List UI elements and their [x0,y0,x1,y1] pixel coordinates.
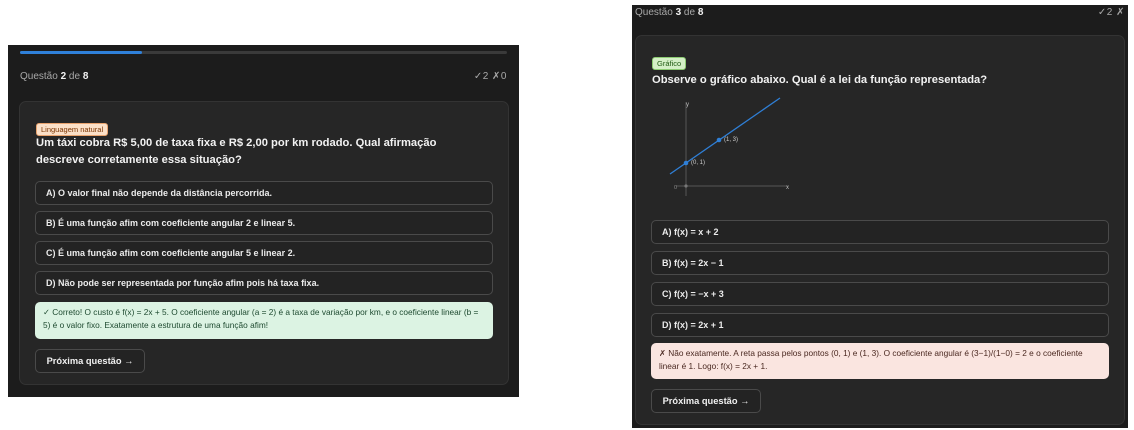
next-question-label: Próxima questão → [46,356,134,366]
feedback-incorrect: ✗ Não exatamente. A reta passa pelos pon… [651,343,1109,379]
next-question-button[interactable]: Próxima questão → [35,349,145,373]
question-counter-of: de [681,7,698,18]
score-counter: ✓2 ✗0 [473,71,507,82]
origin-point [684,184,688,188]
question-counter-of: de [66,71,83,82]
next-question-label: Próxima questão → [662,396,750,406]
score-counter: ✓2 ✗ [1097,7,1125,18]
question-header: Questão 3 de 8 ✓2 ✗ [635,7,1125,18]
answer-option-b[interactable]: B) f(x) = 2x − 1 [651,251,1109,275]
question-card: Linguagem natural Um táxi cobra R$ 5,00 … [19,101,509,385]
answer-option-label: B) É uma função afim com coeficiente ang… [46,218,296,228]
question-header: Questão 2 de 8 ✓2 ✗0 [20,71,507,82]
question-type-tag: Gráfico [652,57,687,71]
question-counter: Questão 2 de 8 [20,71,88,82]
quiz-panel-question-3: Questão 3 de 8 ✓2 ✗ Gráfico Observe o gr… [632,5,1128,428]
point-label-0-1: (0, 1) [691,160,705,166]
x-axis-label: x [786,185,789,191]
progress-bar [20,51,507,54]
function-graph: y x 0 (0, 1) (1, 3) [669,97,789,196]
answer-option-label: C) f(x) = −x + 3 [662,289,724,299]
answer-option-a[interactable]: A) f(x) = x + 2 [651,220,1109,244]
answer-option-label: D) f(x) = 2x + 1 [662,320,724,330]
answer-option-label: C) É uma função afim com coeficiente ang… [46,248,296,258]
progress-bar-fill [20,51,142,54]
question-total-number: 8 [82,71,89,82]
question-counter-prefix: Questão [635,7,676,18]
feedback-correct: ✓ Correto! O custo é f(x) = 2x + 5. O co… [35,302,493,339]
answer-option-label: A) O valor final não depende da distânci… [46,188,273,198]
question-counter: Questão 3 de 8 [635,7,703,18]
answer-option-d[interactable]: D) Não pode ser representada por função … [35,271,493,295]
answer-option-label: D) Não pode ser representada por função … [46,278,320,288]
point-1-3 [716,137,722,143]
point-label-1-3: (1, 3) [724,137,738,143]
next-question-button[interactable]: Próxima questão → [651,389,761,413]
origin-label: 0 [674,185,677,191]
question-text: Observe o gráfico abaixo. Qual é a lei d… [652,74,988,86]
question-counter-prefix: Questão [20,71,61,82]
y-axis-label: y [686,102,689,108]
answer-option-c[interactable]: C) f(x) = −x + 3 [651,282,1109,306]
answer-option-d[interactable]: D) f(x) = 2x + 1 [651,313,1109,337]
question-card: Gráfico Observe o gráfico abaixo. Qual é… [635,35,1125,425]
answer-option-c[interactable]: C) É uma função afim com coeficiente ang… [35,241,493,265]
point-0-1 [683,160,689,166]
answer-option-label: B) f(x) = 2x − 1 [662,258,724,268]
answer-option-label: A) f(x) = x + 2 [662,227,719,237]
answer-option-b[interactable]: B) É uma função afim com coeficiente ang… [35,211,493,235]
quiz-panel-question-2: Questão 2 de 8 ✓2 ✗0 Linguagem natural U… [8,45,519,397]
question-text: Um táxi cobra R$ 5,00 de taxa fixa e R$ … [36,137,437,167]
question-total-number: 8 [697,7,704,18]
answer-option-a[interactable]: A) O valor final não depende da distânci… [35,181,493,205]
